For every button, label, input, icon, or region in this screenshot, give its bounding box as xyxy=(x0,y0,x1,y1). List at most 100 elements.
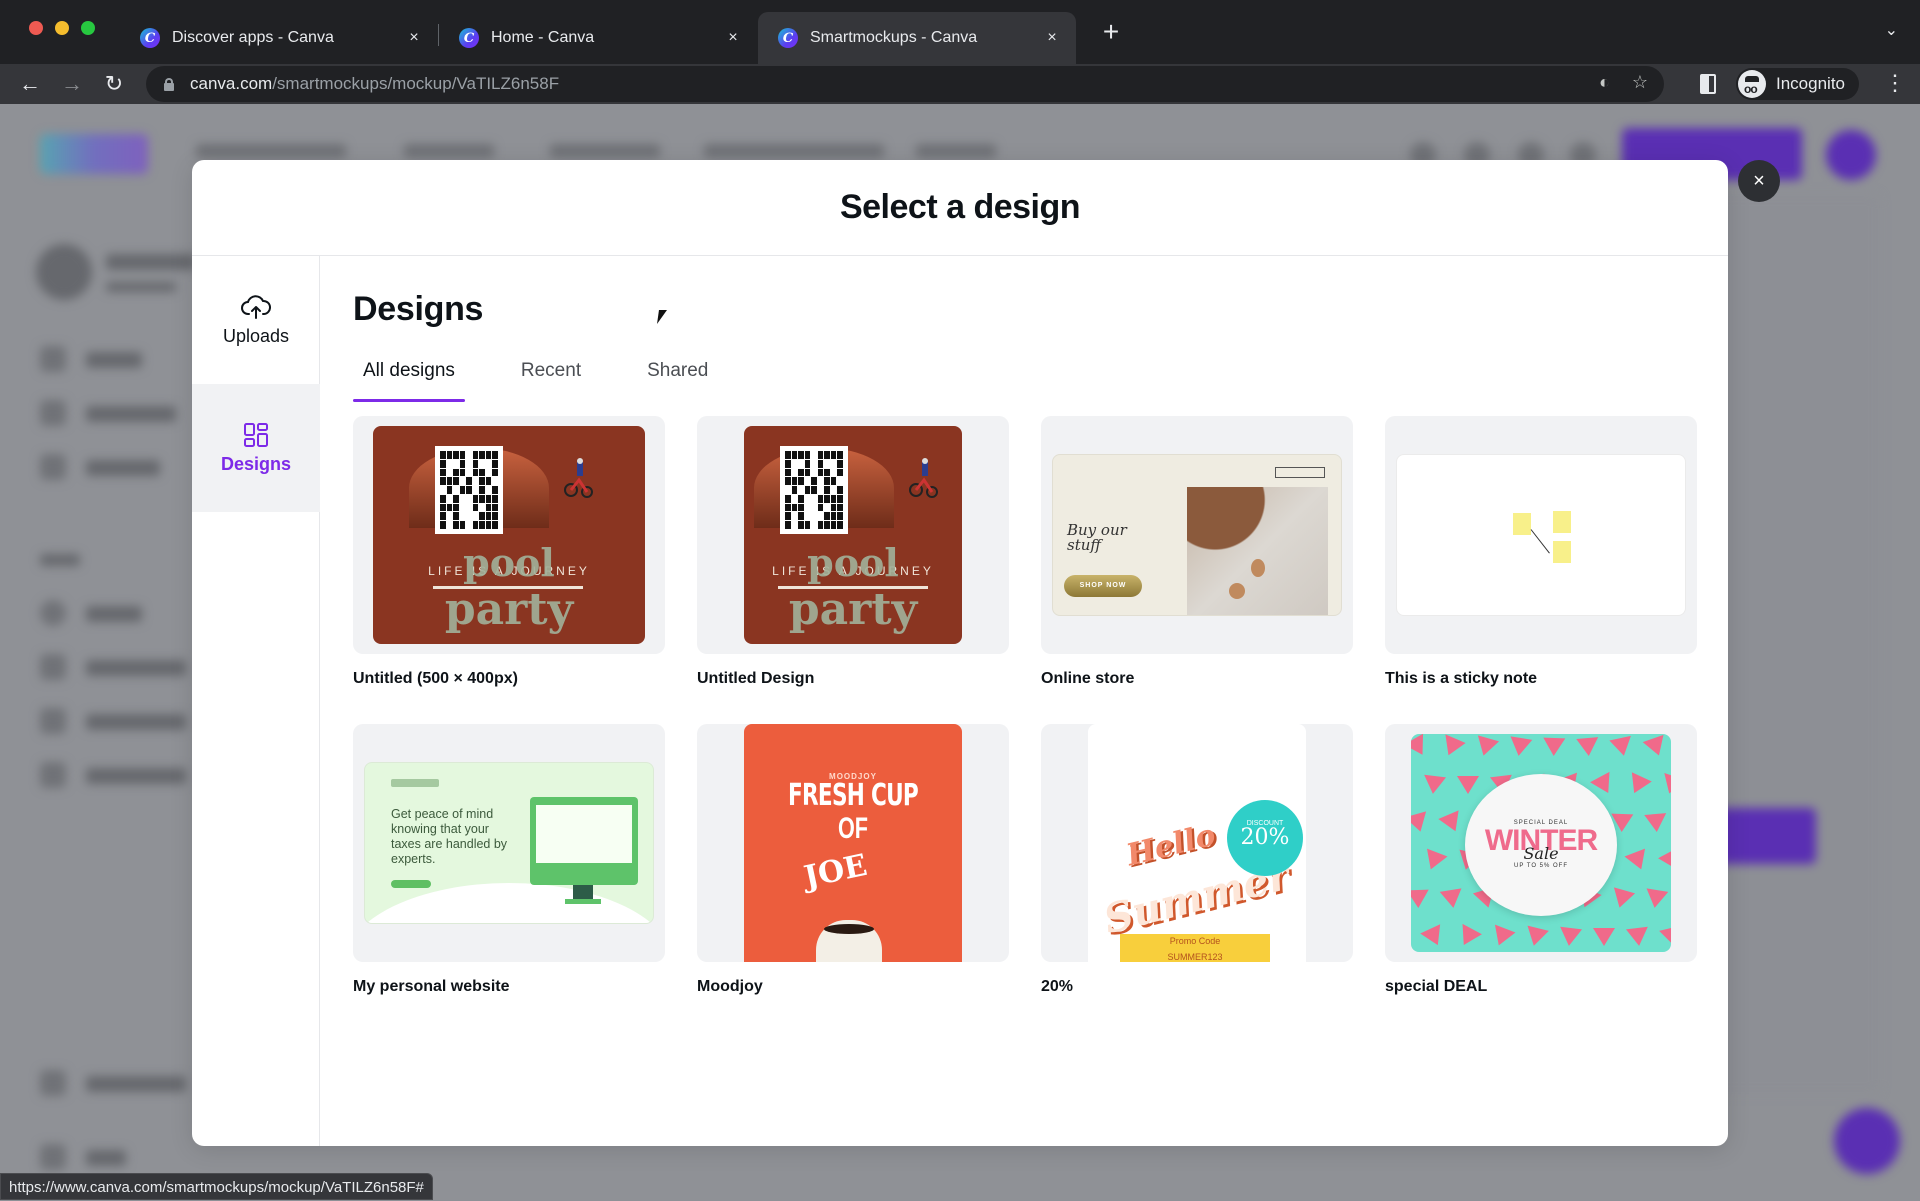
address-bar[interactable]: canva.com/smartmockups/mockup/VaTILZ6n58… xyxy=(146,66,1664,102)
qr-cell xyxy=(824,512,830,521)
qr-cell xyxy=(440,512,446,521)
design-name: This is a sticky note xyxy=(1385,670,1538,687)
qr-cell xyxy=(830,468,837,477)
qr-cell xyxy=(817,459,824,468)
window-zoom-button[interactable] xyxy=(81,21,95,35)
design-card-sticky-note[interactable]: This is a sticky note xyxy=(1385,416,1697,724)
qr-cell xyxy=(791,512,798,521)
design-name: Untitled Design xyxy=(697,670,815,687)
watermelon-graphic xyxy=(1624,772,1652,798)
browser-tab-smartmockups[interactable]: C Smartmockups - Canva × xyxy=(758,12,1076,64)
nav-placeholder xyxy=(704,144,884,158)
browser-tab-discover-apps[interactable]: C Discover apps - Canva × xyxy=(120,12,438,64)
watermelon-graphic xyxy=(1457,776,1479,794)
design-thumbnail[interactable]: Get peace of mind knowing that your taxe… xyxy=(353,724,665,962)
qr-cell xyxy=(453,468,459,477)
design-card-special-deal[interactable]: SPECIAL DEAL WINTER Sale UP TO 5% OFF sp… xyxy=(1385,724,1697,1032)
reload-icon[interactable]: ↻ xyxy=(98,68,130,100)
design-card-moodjoy[interactable]: MOODJOY FRESH CUP OF JOE Moodjoy xyxy=(697,724,1009,1032)
qr-cell xyxy=(785,521,791,529)
tab-close-icon[interactable]: × xyxy=(723,29,743,47)
qr-cell xyxy=(440,468,446,477)
tab-shared[interactable]: Shared xyxy=(637,360,718,402)
motorbike-rider-graphic xyxy=(563,458,593,498)
qr-cell xyxy=(472,468,479,477)
pool-party-preview: LIFE IS A JOURNEY pool party xyxy=(744,426,962,644)
design-thumbnail[interactable]: Buy our stuff SHOP NOW xyxy=(1041,416,1353,654)
qr-cell xyxy=(492,521,498,529)
qr-cell xyxy=(440,494,446,503)
qr-cell xyxy=(791,468,798,477)
thumb-text: Promo Code xyxy=(1169,936,1221,946)
qr-cell xyxy=(440,521,446,529)
qr-cell xyxy=(804,503,811,512)
eye-slash-icon[interactable]: ◐ xyxy=(1599,72,1610,93)
window-close-button[interactable] xyxy=(29,21,43,35)
qr-cell xyxy=(824,477,830,486)
qr-cell xyxy=(466,486,472,494)
design-thumbnail[interactable] xyxy=(1385,416,1697,654)
browser-tab-home[interactable]: C Home - Canva × xyxy=(439,12,757,64)
bg-icon xyxy=(40,454,66,480)
star-icon[interactable]: ☆ xyxy=(1632,72,1648,93)
qr-cell xyxy=(492,494,498,503)
qr-cell xyxy=(492,477,498,486)
design-thumbnail[interactable]: Promo Code SUMMER123 Hello Summer DISCOU… xyxy=(1041,724,1353,962)
bg-line xyxy=(86,606,142,622)
tab-all-designs[interactable]: All designs xyxy=(353,360,465,402)
qr-cell xyxy=(472,494,479,503)
nav-placeholder xyxy=(916,144,996,158)
design-thumbnail[interactable]: LIFE IS A JOURNEY pool party xyxy=(353,416,665,654)
qr-cell xyxy=(453,477,459,486)
modal-title: Select a design xyxy=(839,188,1081,226)
design-card-untitled-design[interactable]: LIFE IS A JOURNEY pool party Untitled De… xyxy=(697,416,1009,724)
qr-cell xyxy=(791,459,798,468)
qr-cell xyxy=(791,494,798,503)
bg-icon xyxy=(40,708,66,734)
qr-cell xyxy=(817,494,824,503)
qr-cell xyxy=(492,459,498,468)
sidebar-item-uploads[interactable]: Uploads xyxy=(192,256,320,384)
modal-close-button[interactable]: × xyxy=(1738,160,1780,202)
bg-icon xyxy=(40,400,66,426)
design-thumbnail[interactable]: MOODJOY FRESH CUP OF JOE xyxy=(697,724,1009,962)
tab-search-chevron-icon[interactable]: ⌄ xyxy=(1885,20,1898,40)
qr-cell xyxy=(804,521,811,529)
qr-cell xyxy=(791,521,798,529)
thumb-text: SUMMER123 xyxy=(1167,952,1223,962)
qr-cell xyxy=(446,459,453,468)
qr-cell xyxy=(785,459,791,468)
kebab-menu-icon[interactable]: ⋮ xyxy=(1884,68,1906,100)
qr-cell xyxy=(459,503,466,512)
thumb-text: Get peace of mind knowing that your taxe… xyxy=(391,807,508,866)
window-minimize-button[interactable] xyxy=(55,21,69,35)
bg-user-avatar xyxy=(1826,130,1876,180)
incognito-profile-button[interactable]: Incognito xyxy=(1736,68,1859,100)
design-card-20-percent[interactable]: Promo Code SUMMER123 Hello Summer DISCOU… xyxy=(1041,724,1353,1032)
sidebar-item-designs[interactable]: Designs xyxy=(192,384,320,512)
tab-close-icon[interactable]: × xyxy=(1042,29,1062,47)
qr-cell xyxy=(466,477,472,486)
qr-cell xyxy=(837,503,843,512)
tab-recent[interactable]: Recent xyxy=(511,360,591,402)
side-panel-icon[interactable] xyxy=(1700,74,1716,94)
qr-cell xyxy=(830,521,837,529)
design-card-personal-website[interactable]: Get peace of mind knowing that your taxe… xyxy=(353,724,665,1032)
designs-panel: Designs All designs Recent Shared LIFE I… xyxy=(353,256,1703,1146)
design-card-untitled-500x400[interactable]: LIFE IS A JOURNEY pool party Untitled (5… xyxy=(353,416,665,724)
site-logo xyxy=(391,779,439,787)
link-status-bubble: https://www.canva.com/smartmockups/mocku… xyxy=(0,1173,433,1200)
qr-cell xyxy=(492,486,498,494)
website-preview: Get peace of mind knowing that your taxe… xyxy=(364,762,654,924)
qr-cell xyxy=(785,486,791,494)
back-arrow-icon[interactable]: ← xyxy=(14,68,46,100)
tab-close-icon[interactable]: × xyxy=(404,29,424,47)
new-tab-button[interactable]: + xyxy=(1098,18,1124,48)
forward-arrow-icon[interactable]: → xyxy=(56,68,88,100)
design-thumbnail[interactable]: LIFE IS A JOURNEY pool party xyxy=(697,416,1009,654)
coffee-surface xyxy=(824,924,874,934)
design-thumbnail[interactable]: SPECIAL DEAL WINTER Sale UP TO 5% OFF xyxy=(1385,724,1697,962)
qr-cell xyxy=(804,512,811,521)
design-card-online-store[interactable]: Buy our stuff SHOP NOW Online store xyxy=(1041,416,1353,724)
select-design-modal: Select a design Uploads Designs Designs … xyxy=(192,160,1728,1146)
